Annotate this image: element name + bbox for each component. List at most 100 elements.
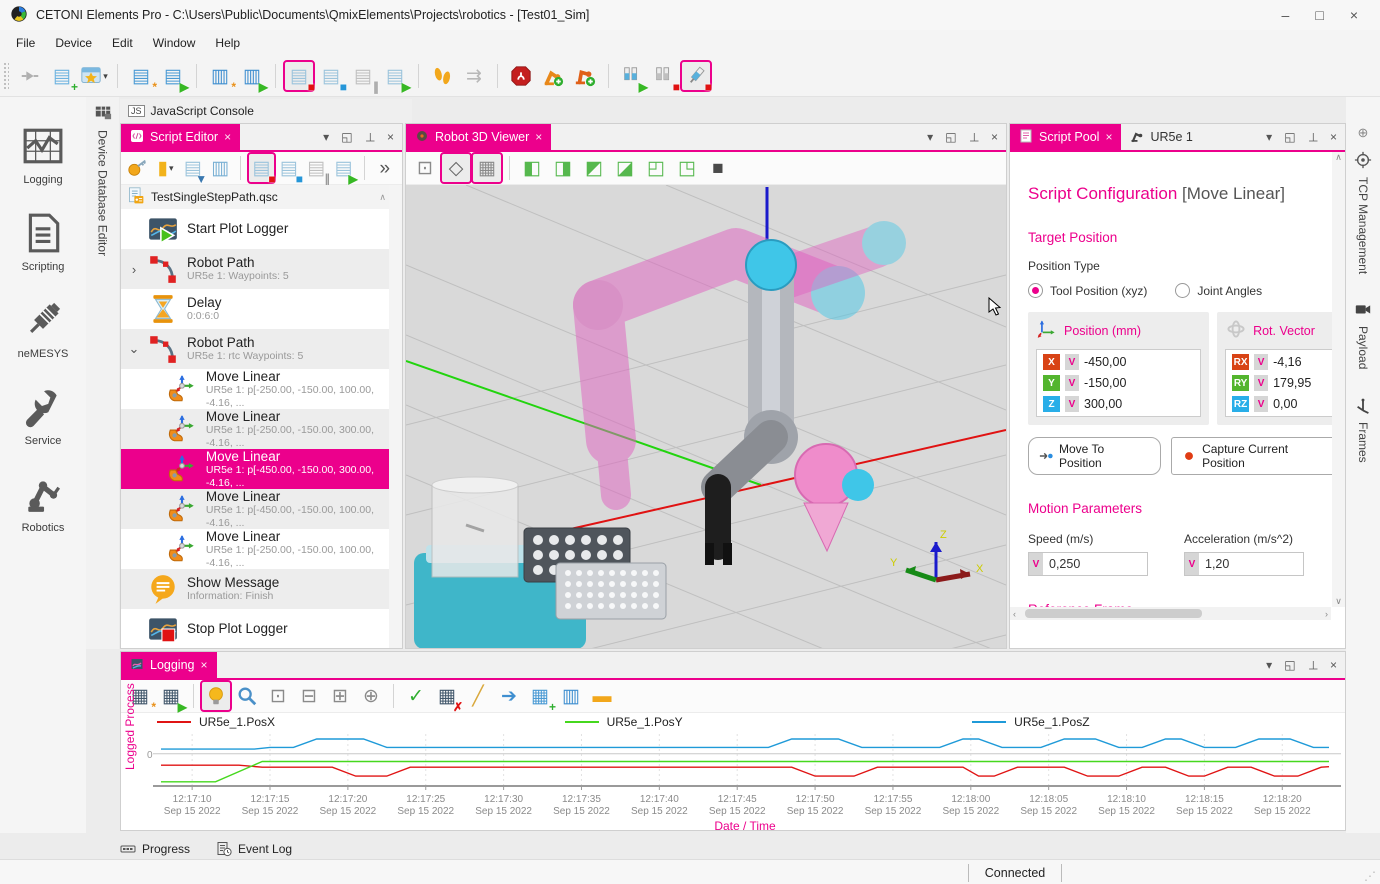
- menu-help[interactable]: Help: [205, 32, 250, 54]
- bottom-tab-progress[interactable]: Progress: [120, 841, 190, 857]
- panel-float-icon[interactable]: ◱: [945, 130, 956, 144]
- pause-script-icon[interactable]: ▤∥: [349, 62, 377, 90]
- menu-window[interactable]: Window: [143, 32, 206, 54]
- favorites-icon[interactable]: ▾: [80, 62, 108, 90]
- axis-value[interactable]: -4,16: [1273, 355, 1302, 369]
- start-syringes-icon[interactable]: ▶: [618, 62, 646, 90]
- view-right-icon[interactable]: ◪: [611, 154, 639, 182]
- close-tab-icon[interactable]: ×: [201, 658, 208, 672]
- script-config-icon[interactable]: [126, 154, 150, 182]
- view-top-icon[interactable]: ◰: [642, 154, 670, 182]
- panel-float-icon[interactable]: ◱: [1284, 130, 1295, 144]
- value-row-y[interactable]: YV-150,00: [1043, 374, 1194, 392]
- skip-step-icon[interactable]: ⇉: [460, 62, 488, 90]
- panel-close-icon[interactable]: ×: [1330, 130, 1337, 144]
- panel-float-icon[interactable]: ◱: [341, 130, 352, 144]
- move-to-position-button[interactable]: Move To Position: [1028, 437, 1161, 475]
- configure-devices-icon[interactable]: ▤*: [127, 62, 155, 90]
- panel-pin-icon[interactable]: ⊤: [1308, 658, 1318, 672]
- open-log-icon[interactable]: ▬: [588, 682, 616, 710]
- position-values[interactable]: XV-450,00YV-150,00ZV300,00: [1036, 349, 1201, 417]
- pause-script-icon[interactable]: ▤∥: [304, 154, 328, 182]
- rotation-values[interactable]: RXV-4,16RYV179,95RZV0,00: [1225, 349, 1337, 417]
- dock-item-payload[interactable]: Payload: [1354, 300, 1372, 369]
- zoom-horizontal-icon[interactable]: ⊞: [326, 682, 354, 710]
- sidebar-item-nemesys[interactable]: neMESYS: [3, 299, 83, 360]
- field-value[interactable]: 0,250: [1043, 557, 1080, 571]
- start-modules-icon[interactable]: ▥▶: [238, 62, 266, 90]
- tab-script-pool[interactable]: Script Pool×: [1010, 124, 1121, 150]
- highlight-icon[interactable]: [202, 682, 230, 710]
- resize-grip[interactable]: ⋰: [1364, 869, 1376, 883]
- panel-pin-icon[interactable]: ⊤: [365, 130, 375, 144]
- axis-value[interactable]: 0,00: [1273, 397, 1297, 411]
- run-script-icon[interactable]: ▤▶: [381, 62, 409, 90]
- toolbar-grip[interactable]: [3, 62, 9, 90]
- zoom-fit-icon[interactable]: ⊕: [357, 682, 385, 710]
- script-saveas-icon[interactable]: ▤▼: [181, 154, 205, 182]
- view-bottom-icon[interactable]: ◳: [673, 154, 701, 182]
- sidebar-item-scripting[interactable]: Scripting: [3, 212, 83, 273]
- configure-modules-icon[interactable]: ▥*: [206, 62, 234, 90]
- tab-logging[interactable]: Logging ×: [121, 652, 217, 678]
- eraser-icon[interactable]: ╱: [464, 682, 492, 710]
- grid-toggle-icon[interactable]: ▦: [473, 154, 501, 182]
- save-plot-icon[interactable]: ▥: [557, 682, 585, 710]
- run-script-icon[interactable]: ▤▶: [331, 154, 355, 182]
- pool-vertical-scrollbar[interactable]: ∧∨: [1332, 152, 1345, 607]
- radio-tool-position-xyz-[interactable]: Tool Position (xyz): [1028, 283, 1147, 298]
- panel-pin-icon[interactable]: ⊤: [969, 130, 979, 144]
- panel-float-icon[interactable]: ◱: [1284, 658, 1295, 672]
- emergency-stop-icon[interactable]: [507, 62, 535, 90]
- value-row-z[interactable]: ZV300,00: [1043, 395, 1194, 413]
- variable-chip[interactable]: V: [1065, 396, 1079, 412]
- value-row-rx[interactable]: RXV-4,16: [1232, 353, 1330, 371]
- tab-javascript-console[interactable]: JS JavaScript Console: [120, 99, 412, 123]
- maximize-button[interactable]: □: [1315, 7, 1323, 23]
- value-row-ry[interactable]: RYV179,95: [1232, 374, 1330, 392]
- abort-script-icon[interactable]: ▤■: [317, 62, 345, 90]
- script-step-start-plot-logger[interactable]: Start Plot Logger: [121, 209, 402, 249]
- add-robot-icon[interactable]: [539, 62, 567, 90]
- tab-ur5e-1[interactable]: UR5e 1: [1121, 124, 1201, 150]
- panel-menu-icon[interactable]: ▾: [1266, 658, 1272, 672]
- close-tab-icon[interactable]: ×: [224, 130, 231, 144]
- dock-gear-icon[interactable]: ⊕: [1358, 125, 1369, 141]
- script-save-icon[interactable]: ▥: [208, 154, 232, 182]
- view-left-icon[interactable]: ◩: [580, 154, 608, 182]
- plot-clear-icon[interactable]: ▦✗: [433, 682, 461, 710]
- expander-icon[interactable]: ⌄: [121, 341, 147, 357]
- panel-menu-icon[interactable]: ▾: [1266, 130, 1272, 144]
- abort-script-icon[interactable]: ▤■: [277, 154, 301, 182]
- pool-horizontal-scrollbar[interactable]: ‹›: [1010, 607, 1331, 620]
- close-button[interactable]: ×: [1350, 7, 1358, 23]
- script-step-move-linear[interactable]: Move LinearUR5e 1: p[-450.00, -150.00, 1…: [121, 489, 402, 529]
- bottom-tab-event-log[interactable]: Event Log: [216, 841, 292, 857]
- script-step-move-linear[interactable]: Move LinearUR5e 1: p[-250.00, -150.00, 1…: [121, 369, 402, 409]
- stop-script-icon[interactable]: ▤■: [249, 154, 273, 182]
- sidebar-item-logging[interactable]: Logging: [3, 125, 83, 186]
- panel-menu-icon[interactable]: ▾: [927, 130, 933, 144]
- device-database-editor-strip[interactable]: Device Database Editor: [86, 97, 119, 649]
- apply-icon[interactable]: ✓: [402, 682, 430, 710]
- capture-current-position-button[interactable]: Capture Current Position: [1171, 437, 1345, 475]
- robot-3d-scene[interactable]: Z X Y: [406, 185, 1006, 649]
- tab-script-editor[interactable]: Script Editor ×: [121, 124, 240, 150]
- single-step-icon[interactable]: [428, 62, 456, 90]
- script-step-move-linear[interactable]: Move LinearUR5e 1: p[-250.00, -150.00, 3…: [121, 409, 402, 449]
- sidebar-item-robotics[interactable]: Robotics: [3, 473, 83, 534]
- script-step-move-linear[interactable]: Move LinearUR5e 1: p[-450.00, -150.00, 3…: [121, 449, 402, 489]
- expander-icon[interactable]: ›: [121, 262, 147, 277]
- menu-device[interactable]: Device: [45, 32, 102, 54]
- axis-value[interactable]: -450,00: [1084, 355, 1126, 369]
- logging-chart[interactable]: 012:17:10Sep 15 202212:17:15Sep 15 20221…: [145, 730, 1345, 830]
- zoom-vertical-icon[interactable]: ⊟: [295, 682, 323, 710]
- center-view-icon[interactable]: ⊡: [411, 154, 439, 182]
- sidebar-item-service[interactable]: Service: [3, 386, 83, 447]
- tab-robot-3d-viewer[interactable]: Robot 3D Viewer ×: [406, 124, 551, 150]
- tree-scrollbar[interactable]: ∨: [389, 185, 402, 649]
- plot-start-icon[interactable]: ▦▶: [157, 682, 185, 710]
- script-file-row[interactable]: TestSingleStepPath.qsc ∧: [121, 185, 402, 209]
- script-step-delay[interactable]: Delay0:0:6:0: [121, 289, 402, 329]
- variable-chip[interactable]: V: [1254, 375, 1268, 391]
